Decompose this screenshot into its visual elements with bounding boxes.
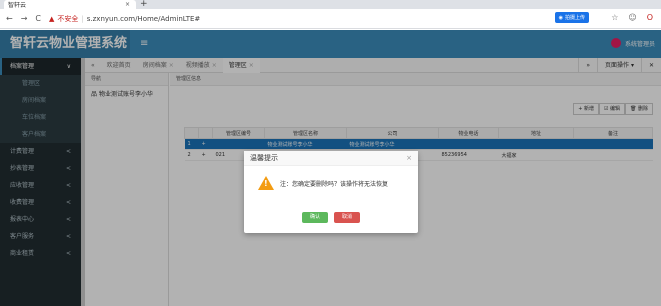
extension-icon: ◉: [558, 14, 563, 21]
url-text: s.zxnyun.com/Home/AdminLTE#: [86, 14, 201, 23]
dialog-message: 注：您确定要删除吗？该操作将无法恢复: [280, 180, 389, 188]
dialog-title: 温馨提示: [244, 151, 418, 166]
new-tab-button[interactable]: +: [140, 0, 148, 9]
confirm-dialog: 温馨提示 × ! 注：您确定要删除吗？该操作将无法恢复 确认 取消: [244, 151, 418, 233]
confirm-button[interactable]: 确认: [301, 212, 328, 223]
star-icon[interactable]: ☆: [611, 13, 618, 22]
close-icon[interactable]: ×: [406, 151, 412, 166]
extension-label: 拍摄上传: [564, 15, 585, 21]
warning-icon: !: [258, 176, 274, 190]
browser-menu-icon[interactable]: O: [647, 13, 653, 22]
extension-button[interactable]: ◉ 拍摄上传: [554, 12, 589, 23]
dialog-footer: 确认 取消: [244, 212, 418, 223]
tab-close-icon[interactable]: ×: [125, 1, 130, 8]
url-separator: |: [81, 14, 84, 23]
browser-tab[interactable]: 智轩云 ×: [4, 0, 136, 9]
dialog-body: ! 注：您确定要删除吗？该操作将无法恢复: [244, 166, 418, 190]
back-icon[interactable]: ←: [6, 14, 13, 23]
reload-icon[interactable]: C: [35, 14, 41, 23]
browser-tab-title: 智轩云: [8, 2, 27, 9]
account-icon[interactable]: ☺: [628, 13, 636, 22]
browser-actions: ☆ ☺ O: [611, 13, 653, 22]
insecure-label: 不安全: [57, 14, 79, 23]
url-field[interactable]: ▲ 不安全 | s.zxnyun.com/Home/AdminLTE#: [49, 12, 200, 26]
forward-icon[interactable]: →: [21, 14, 28, 23]
warning-icon: ▲: [49, 14, 55, 23]
cancel-button[interactable]: 取消: [334, 212, 361, 223]
browser-tab-strip: 智轩云 × +: [0, 0, 661, 9]
